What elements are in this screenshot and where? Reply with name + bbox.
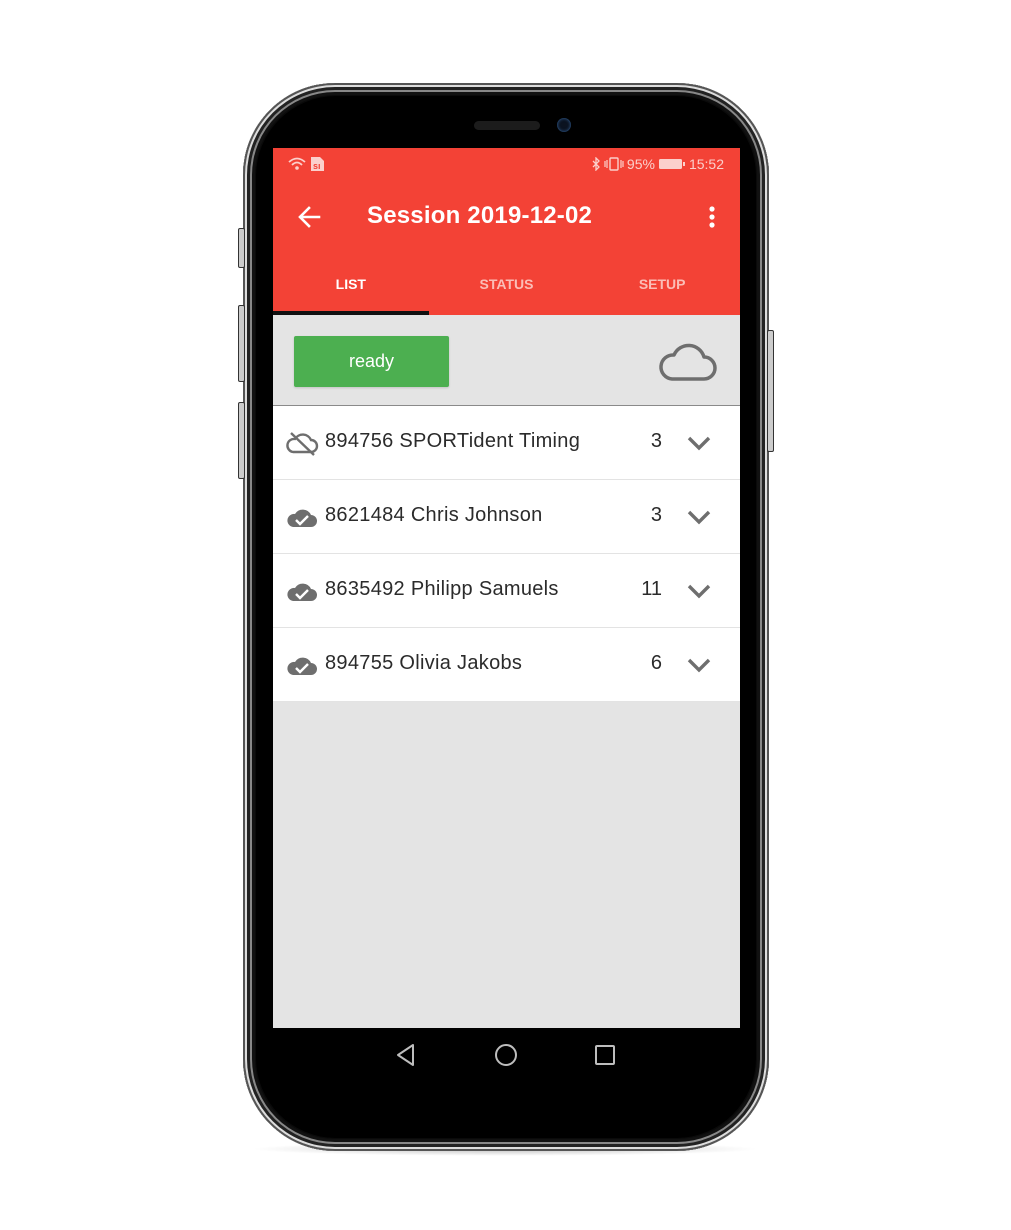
cloud-check-icon <box>287 509 317 527</box>
battery-icon <box>658 159 685 169</box>
front-camera <box>557 118 571 132</box>
participant-label: 8621484 Chris Johnson <box>325 504 543 526</box>
cloud-check-icon <box>287 657 317 675</box>
page-title: Session 2019-12-02 <box>367 202 593 229</box>
tab-setup[interactable]: SETUP <box>584 261 740 315</box>
battery-percent: 95% <box>626 156 655 172</box>
list-item[interactable]: 8635492 Philipp Samuels 11 <box>273 554 740 628</box>
list-item[interactable]: 894755 Olivia Jakobs 6 <box>273 628 740 702</box>
cloud-off-icon <box>286 432 319 456</box>
participant-count: 11 <box>641 578 662 600</box>
vibrate-icon <box>604 157 624 171</box>
back-triangle-icon[interactable] <box>393 1042 419 1068</box>
earpiece-speaker <box>474 121 540 130</box>
chevron-down-icon[interactable] <box>686 433 712 453</box>
side-button-volume-down <box>238 402 245 479</box>
toolbar: Session 2019-12-02 <box>273 188 740 248</box>
home-circle-icon[interactable] <box>493 1042 519 1068</box>
chevron-down-icon[interactable] <box>686 507 712 527</box>
ready-bar: ready <box>273 315 740 406</box>
overflow-menu-button[interactable] <box>704 204 720 232</box>
chevron-down-icon[interactable] <box>686 655 712 675</box>
svg-text:sı: sı <box>313 161 321 171</box>
app-bar: sı 95% 15:52 Session 2019-12-02 LIST STA… <box>273 148 740 315</box>
participant-label: 894755 Olivia Jakobs <box>325 652 523 674</box>
clock: 15:52 <box>688 156 724 172</box>
ready-button[interactable]: ready <box>294 336 449 387</box>
participant-label: 8635492 Philipp Samuels <box>325 578 559 600</box>
list-item[interactable]: 894756 SPORTident Timing 3 <box>273 406 740 480</box>
sim-icon: sı <box>311 157 324 171</box>
cloud-check-icon <box>287 583 317 601</box>
participant-label: 894756 SPORTident Timing <box>325 430 581 452</box>
participant-count: 6 <box>650 652 662 674</box>
tab-bar: LIST STATUS SETUP <box>273 261 740 315</box>
participant-list: 894756 SPORTident Timing 3 8621484 Chris… <box>273 406 740 702</box>
side-button-power <box>767 330 774 452</box>
chevron-down-icon[interactable] <box>686 581 712 601</box>
participant-count: 3 <box>650 504 662 526</box>
participant-count: 3 <box>650 430 662 452</box>
tab-list[interactable]: LIST <box>273 261 429 315</box>
tab-status[interactable]: STATUS <box>429 261 585 315</box>
list-item[interactable]: 8621484 Chris Johnson 3 <box>273 480 740 554</box>
cloud-sync-button[interactable] <box>658 341 718 383</box>
arrow-left-icon <box>298 206 321 228</box>
side-button-bixby <box>238 228 245 268</box>
side-button-volume-up <box>238 305 245 382</box>
recents-square-icon[interactable] <box>592 1042 618 1068</box>
bluetooth-icon <box>592 157 600 171</box>
cloud-outline-icon <box>659 343 717 381</box>
back-button[interactable] <box>295 202 325 232</box>
wifi-icon <box>288 157 306 170</box>
status-bar: sı 95% 15:52 <box>273 148 740 182</box>
more-vert-icon <box>709 206 715 228</box>
android-nav-bar <box>273 1028 740 1084</box>
app-screen: sı 95% 15:52 Session 2019-12-02 LIST STA… <box>273 148 740 1028</box>
